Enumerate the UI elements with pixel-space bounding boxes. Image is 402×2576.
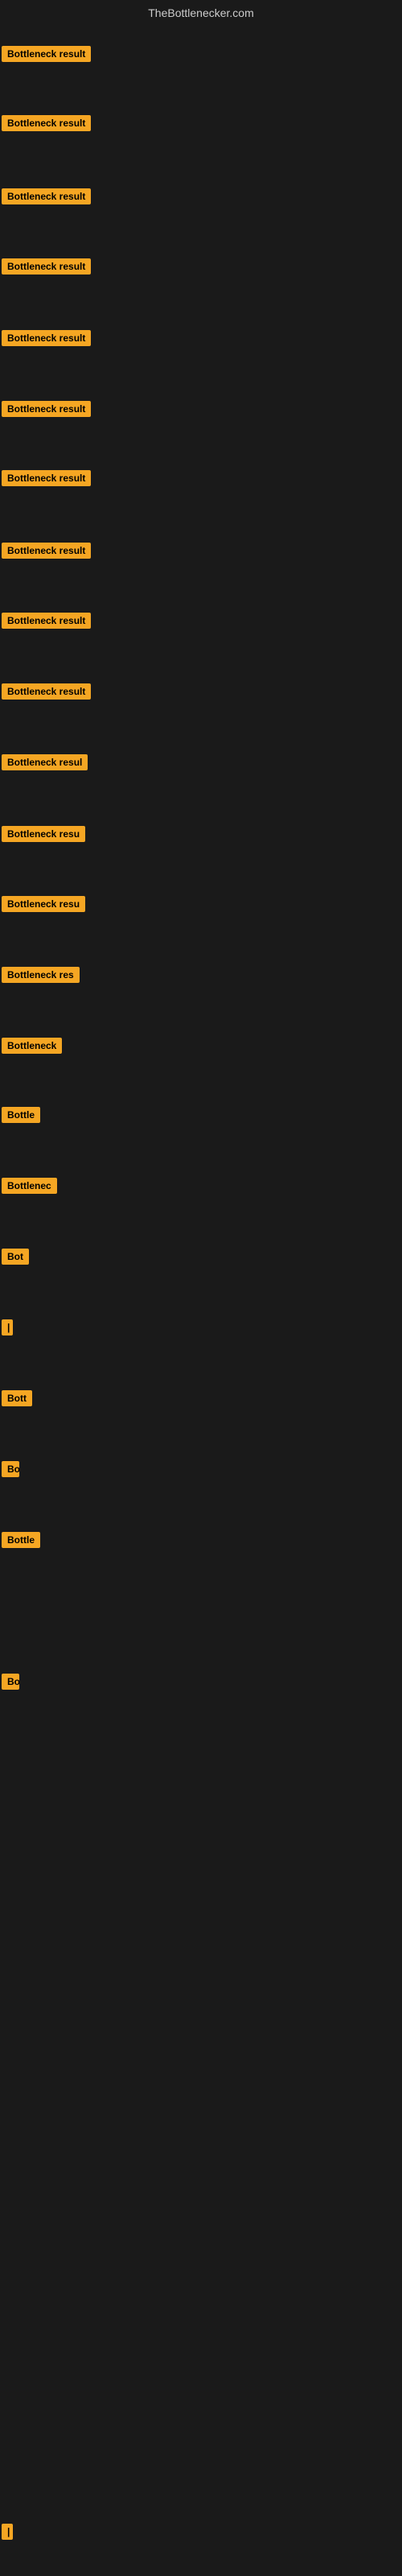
bottleneck-label-8: Bottleneck result	[2, 543, 91, 559]
bottleneck-label-20: Bott	[2, 1390, 32, 1406]
bottleneck-badge-14: Bottleneck res	[2, 967, 80, 987]
bottleneck-badge-24: Bo	[2, 1674, 19, 1694]
bottleneck-label-5: Bottleneck result	[2, 330, 91, 346]
bottleneck-label-3: Bottleneck result	[2, 188, 91, 204]
bottleneck-label-18: Bot	[2, 1249, 29, 1265]
bottleneck-label-7: Bottleneck result	[2, 470, 91, 486]
bottleneck-label-19: |	[2, 1319, 13, 1335]
bottleneck-badge-5: Bottleneck result	[2, 330, 91, 350]
bottleneck-badge-21: Bo	[2, 1461, 19, 1481]
bottleneck-badge-2: Bottleneck result	[2, 115, 91, 135]
bottleneck-badge-8: Bottleneck result	[2, 543, 91, 563]
bottleneck-label-24: Bo	[2, 1674, 19, 1690]
bottleneck-label-6: Bottleneck result	[2, 401, 91, 417]
bottleneck-label-13: Bottleneck resu	[2, 896, 85, 912]
bottleneck-label-16: Bottle	[2, 1107, 40, 1123]
bottleneck-badge-36: |	[2, 2524, 8, 2544]
bottleneck-label-1: Bottleneck result	[2, 46, 91, 62]
bottleneck-badge-3: Bottleneck result	[2, 188, 91, 208]
bottleneck-badge-11: Bottleneck resul	[2, 754, 88, 774]
bottleneck-badge-19: |	[2, 1319, 8, 1340]
bottleneck-label-15: Bottleneck	[2, 1038, 62, 1054]
bottleneck-badge-20: Bott	[2, 1390, 32, 1410]
bottleneck-badge-17: Bottlenec	[2, 1178, 57, 1198]
bottleneck-badge-13: Bottleneck resu	[2, 896, 85, 916]
bottleneck-badge-12: Bottleneck resu	[2, 826, 85, 846]
bottleneck-badge-10: Bottleneck result	[2, 683, 91, 704]
bottleneck-badge-15: Bottleneck	[2, 1038, 62, 1058]
bottleneck-label-10: Bottleneck result	[2, 683, 91, 700]
bottleneck-label-36: |	[2, 2524, 13, 2540]
bottleneck-label-2: Bottleneck result	[2, 115, 91, 131]
bottleneck-badge-16: Bottle	[2, 1107, 40, 1127]
bottleneck-badge-7: Bottleneck result	[2, 470, 91, 490]
bottleneck-badge-18: Bot	[2, 1249, 29, 1269]
bottleneck-label-9: Bottleneck result	[2, 613, 91, 629]
bottleneck-badge-1: Bottleneck result	[2, 46, 91, 66]
bottleneck-label-21: Bo	[2, 1461, 19, 1477]
site-title: TheBottlenecker.com	[0, 0, 402, 23]
bottleneck-label-11: Bottleneck resul	[2, 754, 88, 770]
bottleneck-label-14: Bottleneck res	[2, 967, 80, 983]
bottleneck-badge-22: Bottle	[2, 1532, 40, 1552]
bottleneck-label-4: Bottleneck result	[2, 258, 91, 275]
bottleneck-badge-9: Bottleneck result	[2, 613, 91, 633]
bottleneck-label-17: Bottlenec	[2, 1178, 57, 1194]
bottleneck-label-12: Bottleneck resu	[2, 826, 85, 842]
bottleneck-label-22: Bottle	[2, 1532, 40, 1548]
bottleneck-badge-4: Bottleneck result	[2, 258, 91, 279]
bottleneck-badge-6: Bottleneck result	[2, 401, 91, 421]
